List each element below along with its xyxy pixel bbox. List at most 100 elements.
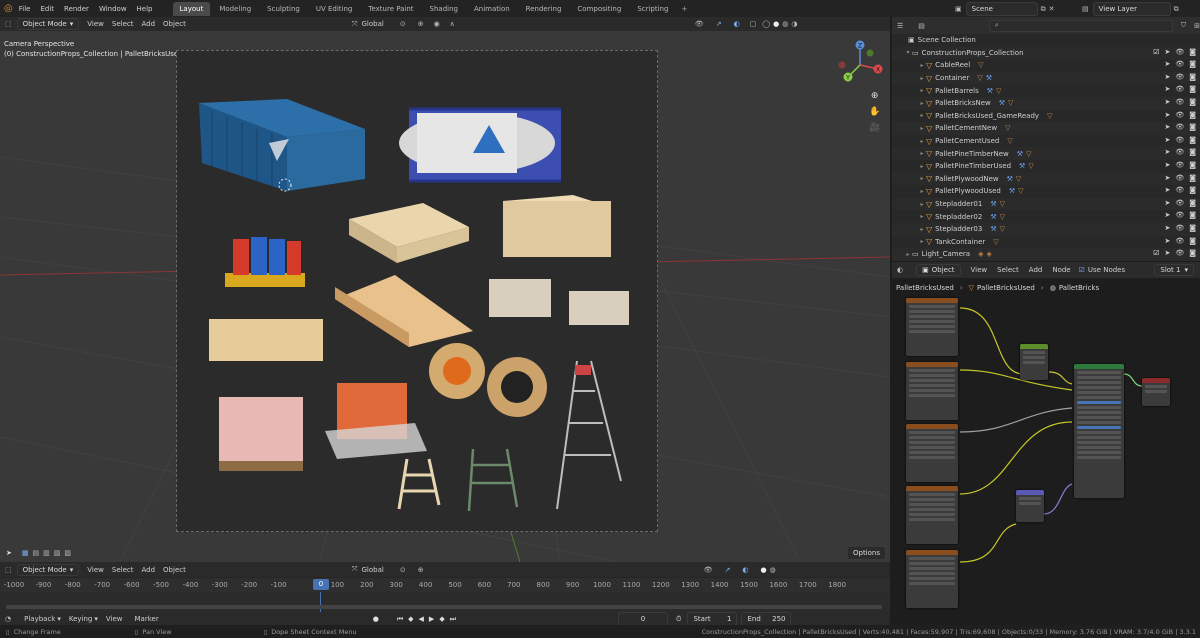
expand-arrow-icon[interactable]: ▸: [918, 163, 926, 170]
tab-modeling[interactable]: Modeling: [212, 2, 258, 16]
expand-arrow-icon[interactable]: ▸: [918, 100, 926, 107]
expand-arrow-icon[interactable]: ▸: [918, 238, 926, 245]
tree-row-object[interactable]: ▸ ▽ PalletPlywoodUsed ⚒ ▽ ➤ 👁 ◙: [892, 185, 1200, 198]
camera-render-icon[interactable]: ◙: [1189, 249, 1196, 257]
expand-arrow-icon[interactable]: ▸: [918, 213, 926, 220]
visibility-icon[interactable]: 👁: [695, 20, 704, 28]
eye-icon[interactable]: 👁: [1175, 249, 1184, 257]
shading-rendered-icon[interactable]: ◑: [791, 20, 797, 28]
play-reverse-icon[interactable]: ◀: [419, 615, 424, 623]
tl-orientation-dropdown[interactable]: Global: [361, 566, 383, 574]
select-tool-icon[interactable]: ➤: [6, 549, 12, 557]
scene-name-field[interactable]: Scene: [965, 2, 1038, 16]
select-mode-new-icon[interactable]: ▦: [22, 549, 29, 557]
new-view-layer-icon[interactable]: ⧉: [1174, 5, 1179, 14]
shading-material-icon[interactable]: ◍: [782, 20, 788, 28]
record-icon[interactable]: ●: [373, 615, 379, 623]
pb-menu-marker[interactable]: Marker: [135, 615, 159, 623]
expand-arrow-icon[interactable]: ▸: [918, 201, 926, 208]
select-mode-intersect-icon[interactable]: ▨: [64, 549, 71, 557]
3d-viewport[interactable]: ⬚ Object Mode ▾ View Select Add Object ⤧…: [0, 17, 890, 562]
timeline-scrub-area[interactable]: [0, 592, 890, 612]
principled-bsdf-node[interactable]: [1074, 364, 1124, 498]
next-keyframe-icon[interactable]: ◆: [439, 615, 444, 623]
tree-row-object[interactable]: ▸ ▽ CableReel ▽ ➤ 👁 ◙: [892, 59, 1200, 72]
pb-menu-view[interactable]: View: [106, 615, 123, 623]
pb-menu-keying[interactable]: Keying: [69, 615, 93, 623]
editor-type-icon[interactable]: ⬚: [5, 566, 12, 574]
tl-menu-view[interactable]: View: [87, 566, 104, 574]
vp-menu-object[interactable]: Object: [163, 20, 186, 28]
camera-render-icon[interactable]: ◙: [1189, 211, 1196, 219]
eye-icon[interactable]: 👁: [1175, 148, 1184, 156]
tab-shading[interactable]: Shading: [423, 2, 465, 16]
collection-checkbox[interactable]: ☑: [1153, 249, 1159, 257]
tree-row-object[interactable]: ▸ ▽ PalletPineTimberNew ⚒ ▽ ➤ 👁 ◙: [892, 147, 1200, 160]
collection-checkbox[interactable]: ☑: [1153, 48, 1159, 56]
camera-render-icon[interactable]: ◙: [1189, 224, 1196, 232]
camera-view-icon[interactable]: 🎥: [869, 123, 880, 133]
tl-menu-select[interactable]: Select: [112, 566, 134, 574]
tree-row-object[interactable]: ▸ ▽ PalletBricksUsed_GameReady ▽ ➤ 👁 ◙: [892, 110, 1200, 123]
selectable-icon[interactable]: ➤: [1164, 174, 1170, 182]
end-frame-field[interactable]: End 250: [741, 612, 792, 626]
selectable-icon[interactable]: ➤: [1164, 148, 1170, 156]
selectable-icon[interactable]: ➤: [1164, 48, 1170, 56]
gizmo-toggle-icon[interactable]: ↗: [716, 20, 722, 28]
selectable-icon[interactable]: ➤: [1164, 111, 1170, 119]
editor-type-icon[interactable]: ☰: [897, 22, 903, 30]
filter-icon[interactable]: ⛉: [1181, 21, 1186, 30]
vp-menu-add[interactable]: Add: [141, 20, 155, 28]
tree-row-collection[interactable]: ▾ ▭ ConstructionProps_Collection ☑ ➤ 👁 ◙: [892, 46, 1200, 60]
start-frame-field[interactable]: Start 1: [687, 612, 738, 626]
selectable-icon[interactable]: ➤: [1164, 186, 1170, 194]
eye-icon[interactable]: 👁: [1175, 161, 1184, 169]
selectable-icon[interactable]: ➤: [1164, 237, 1170, 245]
tab-animation[interactable]: Animation: [467, 2, 517, 16]
eye-icon[interactable]: 👁: [1175, 136, 1184, 144]
eye-icon[interactable]: 👁: [1175, 48, 1184, 56]
select-mode-subtract-icon[interactable]: ▥: [43, 549, 50, 557]
normal-map-node[interactable]: [1016, 490, 1044, 522]
editor-type-icon[interactable]: ⬚: [5, 20, 12, 28]
eye-icon[interactable]: 👁: [1175, 98, 1184, 106]
pivot-icon[interactable]: ⊙: [400, 20, 406, 28]
gizmo-toggle-icon[interactable]: ↗: [724, 566, 730, 574]
add-workspace-icon[interactable]: +: [681, 5, 687, 13]
eye-icon[interactable]: 👁: [1175, 237, 1184, 245]
selectable-icon[interactable]: ➤: [1164, 211, 1170, 219]
select-mode-extend-icon[interactable]: ▤: [33, 549, 40, 557]
selectable-icon[interactable]: ➤: [1164, 199, 1170, 207]
node-editor[interactable]: ◐ ▣ Object View Select Add Node ☑ Use No…: [892, 262, 1200, 625]
selectable-icon[interactable]: ➤: [1164, 224, 1170, 232]
play-icon[interactable]: ▶: [429, 615, 434, 623]
tree-row-object[interactable]: ▸ ▽ TankContainer ▽ ➤ 👁 ◙: [892, 236, 1200, 249]
eye-icon[interactable]: 👁: [1175, 186, 1184, 194]
blender-logo-icon[interactable]: ◎: [4, 3, 13, 14]
menu-edit[interactable]: Edit: [40, 5, 54, 13]
camera-render-icon[interactable]: ◙: [1189, 111, 1196, 119]
outliner-search-input[interactable]: ⌕: [988, 19, 1173, 32]
shading-solid-icon[interactable]: ●: [760, 566, 766, 574]
delete-scene-icon[interactable]: ✕: [1049, 5, 1055, 13]
tree-row-object[interactable]: ▸ ▽ PalletPlywoodNew ⚒ ▽ ➤ 👁 ◙: [892, 172, 1200, 186]
new-scene-icon[interactable]: ⧉: [1041, 5, 1046, 14]
expand-arrow-icon[interactable]: ▸: [918, 138, 926, 145]
tl-menu-add[interactable]: Add: [141, 566, 155, 574]
current-frame-marker[interactable]: 0: [313, 579, 329, 590]
eye-icon[interactable]: 👁: [1175, 199, 1184, 207]
selectable-icon[interactable]: ➤: [1164, 60, 1170, 68]
view-layer-field[interactable]: View Layer: [1092, 2, 1171, 16]
camera-render-icon[interactable]: ◙: [1189, 148, 1196, 156]
stopwatch-icon[interactable]: ⏱: [676, 615, 681, 624]
tree-row-light-camera[interactable]: ▸ ▭ Light_Camera ◈ ◈ ☑ ➤ 👁 ◙: [892, 248, 1200, 261]
editor-type-icon[interactable]: ◔: [5, 615, 11, 623]
options-dropdown[interactable]: Options: [846, 546, 886, 560]
selectable-icon[interactable]: ➤: [1164, 85, 1170, 93]
tab-compositing[interactable]: Compositing: [570, 2, 628, 16]
mix-node[interactable]: [1020, 344, 1048, 380]
expand-arrow-icon[interactable]: ▸: [918, 87, 926, 94]
pan-hand-icon[interactable]: ✋: [869, 107, 880, 117]
shading-wireframe-icon[interactable]: ◯: [762, 20, 770, 28]
display-mode-icon[interactable]: ▤: [918, 22, 925, 30]
